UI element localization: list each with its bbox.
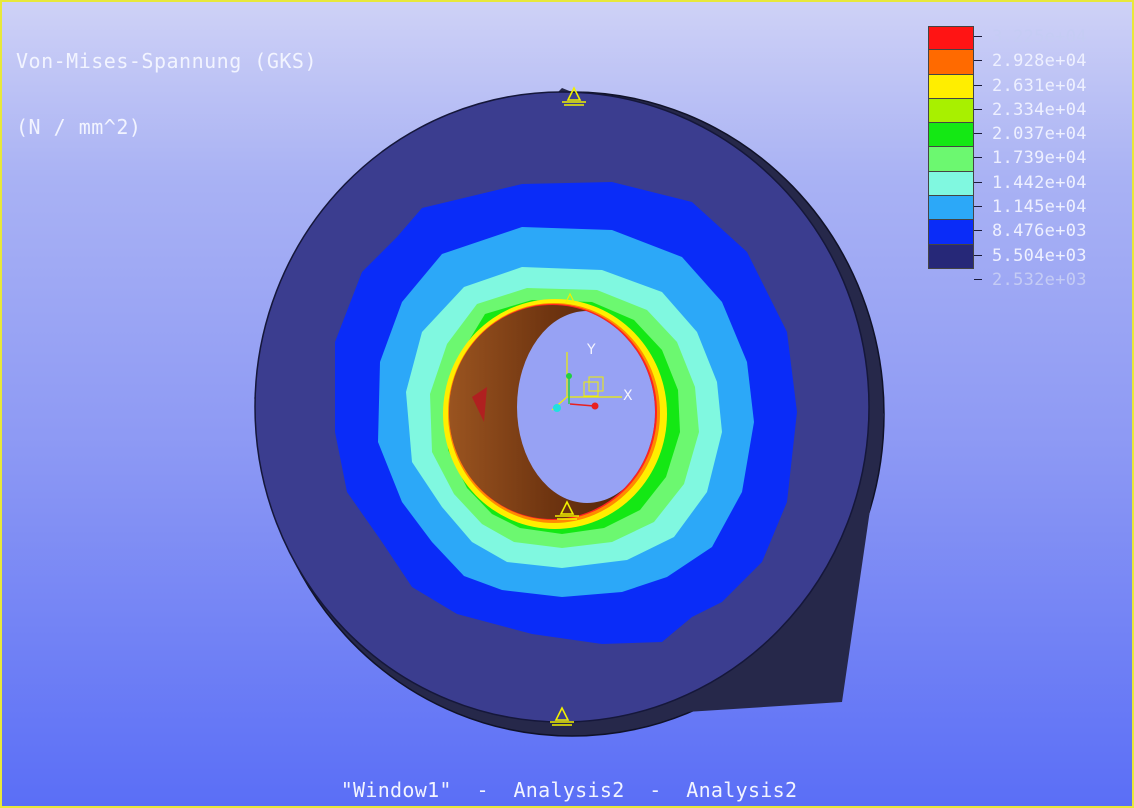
legend-tick: [974, 36, 982, 37]
legend-tick: [974, 181, 982, 183]
legend-swatch: [928, 123, 974, 148]
axis-label-x: X: [623, 388, 633, 404]
legend-label: 2.532e+03: [992, 269, 1087, 290]
legend-label: 5.504e+03: [992, 245, 1087, 266]
legend-tick: [974, 60, 982, 62]
legend-tick: [974, 206, 982, 208]
legend-row: 3.225e+04: [928, 26, 1128, 51]
legend-swatch: [928, 98, 974, 124]
legend-swatch: [928, 171, 974, 197]
legend-label: 2.334e+04: [992, 99, 1087, 120]
legend-label: 2.037e+04: [992, 124, 1087, 145]
legend-label: 2.631e+04: [992, 75, 1087, 96]
result-title: Von-Mises-Spannung (GKS): [16, 49, 317, 73]
window-caption: "Window1" - Analysis2 - Analysis2: [340, 778, 798, 802]
axis-origin-point: [553, 404, 561, 412]
legend-row: 2.631e+04: [928, 74, 1128, 99]
legend-tick: [974, 133, 982, 135]
legend-row: 2.037e+04: [928, 123, 1128, 148]
legend-tick: [974, 254, 982, 256]
legend-label: 3.225e+04: [992, 27, 1087, 47]
legend-row: 2.532e+03: [928, 269, 1128, 293]
legend-swatch: [928, 74, 974, 99]
result-unit: (N / mm^2): [16, 115, 142, 139]
legend-label: 2.928e+04: [992, 51, 1087, 72]
legend-swatch: [928, 147, 974, 172]
legend-tick: [974, 230, 982, 232]
legend-swatch: [928, 244, 974, 269]
legend-swatch: [928, 50, 974, 75]
legend-row: 1.442e+04: [928, 171, 1128, 197]
legend-tick: [974, 157, 982, 159]
legend-row: 2.928e+04: [928, 50, 1128, 75]
legend-label: 1.442e+04: [992, 172, 1087, 193]
legend-swatch: [928, 220, 974, 245]
legend-row: 2.334e+04: [928, 98, 1128, 124]
legend-tick: [974, 278, 982, 280]
legend-label: 8.476e+03: [992, 221, 1087, 242]
legend-row: 1.145e+04: [928, 196, 1128, 221]
legend-row: 8.476e+03: [928, 220, 1128, 245]
legend-tick: [974, 108, 982, 110]
axis-label-y: Y: [586, 342, 596, 358]
stress-color-legend[interactable]: 3.225e+04 2.928e+04 2.631e+04 2.334e+04 2.03…: [928, 26, 1128, 293]
legend-swatch: [928, 26, 974, 51]
legend-row: 1.739e+04: [928, 147, 1128, 172]
legend-swatch: [928, 196, 974, 221]
legend-label: 1.145e+04: [992, 197, 1087, 218]
legend-row: 5.504e+03: [928, 244, 1128, 269]
legend-tick: [974, 84, 982, 86]
analysis-viewport[interactable]: Y X Von-Mises-Spannung (GKS) (N / mm^2) …: [0, 0, 1134, 808]
legend-label: 1.739e+04: [992, 148, 1087, 169]
result-title-block: Von-Mises-Spannung (GKS) (N / mm^2): [16, 6, 317, 182]
